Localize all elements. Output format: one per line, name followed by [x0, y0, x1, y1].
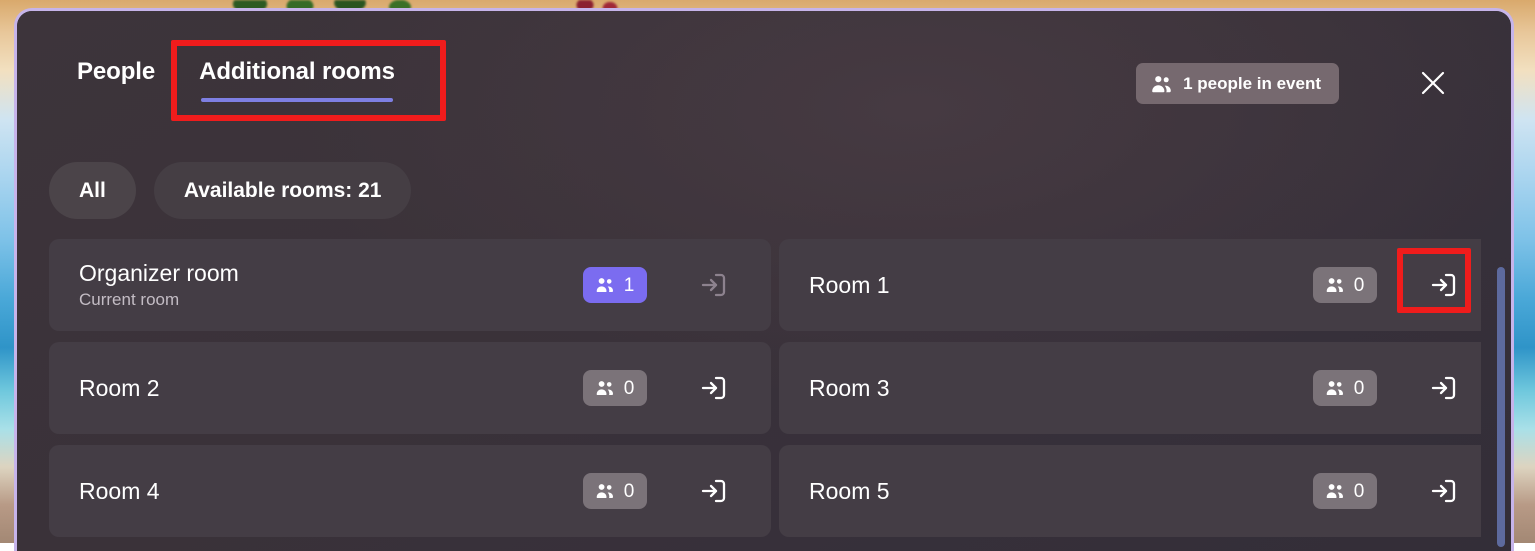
room-join-button[interactable] — [1415, 359, 1473, 417]
breakout-rooms-panel: People Additional rooms 1 people in e — [17, 11, 1511, 551]
room-join-button[interactable] — [1415, 256, 1473, 314]
panel-header: People Additional rooms 1 people in e — [17, 11, 1511, 139]
participant-count: 1 — [624, 276, 635, 295]
sign-in-icon — [1427, 268, 1461, 302]
participant-count: 0 — [1354, 482, 1365, 501]
room-title: Organizer room — [79, 259, 583, 288]
room-join-button[interactable] — [685, 462, 743, 520]
room-title: Room 2 — [79, 374, 583, 403]
room-name-block: Room 5 — [809, 477, 1313, 506]
room-title: Room 5 — [809, 477, 1313, 506]
participant-count-badge: 0 — [583, 473, 647, 509]
filter-chip-row: All Available rooms: 21 — [49, 162, 411, 219]
people-icon — [596, 483, 615, 499]
room-name-block: Room 3 — [809, 374, 1313, 403]
close-button[interactable] — [1413, 63, 1453, 103]
participant-count: 0 — [1354, 276, 1365, 295]
room-card-room-1[interactable]: Room 1 0 — [779, 239, 1481, 331]
people-icon — [596, 380, 615, 396]
rooms-scrollbar-thumb[interactable] — [1497, 267, 1505, 547]
people-icon — [1326, 277, 1345, 293]
meeting-window-frame: People Additional rooms 1 people in e — [14, 8, 1514, 551]
tab-people-label: People — [77, 58, 155, 85]
participant-count: 0 — [624, 379, 635, 398]
filter-chip-available-rooms[interactable]: Available rooms: 21 — [154, 162, 412, 219]
close-icon — [1418, 68, 1448, 98]
room-card-organizer-room[interactable]: Organizer room Current room 1 — [49, 239, 771, 331]
room-name-block: Organizer room Current room — [79, 259, 583, 312]
room-name-block: Room 4 — [79, 477, 583, 506]
people-icon — [596, 277, 615, 293]
tab-bar: People Additional rooms — [77, 58, 395, 102]
participant-count-badge: 0 — [583, 370, 647, 406]
sign-in-icon — [697, 474, 731, 508]
sign-in-icon — [697, 268, 731, 302]
room-join-button[interactable] — [685, 359, 743, 417]
room-card-room-5[interactable]: Room 5 0 — [779, 445, 1481, 537]
room-title: Room 1 — [809, 271, 1313, 300]
participant-count-badge: 1 — [583, 267, 647, 303]
filter-chip-all-label: All — [79, 179, 106, 203]
room-join-button[interactable] — [1415, 462, 1473, 520]
participant-count-badge: 0 — [1313, 370, 1377, 406]
room-card-room-2[interactable]: Room 2 0 — [49, 342, 771, 434]
room-title: Room 3 — [809, 374, 1313, 403]
participant-count: 0 — [1354, 379, 1365, 398]
room-name-block: Room 1 — [809, 271, 1313, 300]
sign-in-icon — [1427, 371, 1461, 405]
room-name-block: Room 2 — [79, 374, 583, 403]
tab-additional-rooms[interactable]: Additional rooms — [199, 58, 395, 102]
room-join-button — [685, 256, 743, 314]
sign-in-icon — [697, 371, 731, 405]
people-in-event-label: 1 people in event — [1183, 74, 1321, 94]
room-card-room-3[interactable]: Room 3 0 — [779, 342, 1481, 434]
participant-count-badge: 0 — [1313, 267, 1377, 303]
people-icon — [1151, 75, 1173, 93]
rooms-scrollbar-track[interactable] — [1497, 239, 1505, 551]
room-title: Room 4 — [79, 477, 583, 506]
tab-additional-rooms-label: Additional rooms — [199, 58, 395, 85]
sign-in-icon — [1427, 474, 1461, 508]
room-subtitle: Current room — [79, 289, 583, 311]
people-in-event-badge[interactable]: 1 people in event — [1136, 63, 1339, 104]
participant-count-badge: 0 — [1313, 473, 1377, 509]
participant-count: 0 — [624, 482, 635, 501]
filter-chip-available-rooms-label: Available rooms: 21 — [184, 179, 382, 203]
rooms-grid: Organizer room Current room 1 — [49, 239, 1481, 551]
people-icon — [1326, 483, 1345, 499]
people-icon — [1326, 380, 1345, 396]
filter-chip-all[interactable]: All — [49, 162, 136, 219]
tab-people[interactable]: People — [77, 58, 155, 102]
room-card-room-4[interactable]: Room 4 0 — [49, 445, 771, 537]
active-tab-underline — [201, 98, 393, 102]
